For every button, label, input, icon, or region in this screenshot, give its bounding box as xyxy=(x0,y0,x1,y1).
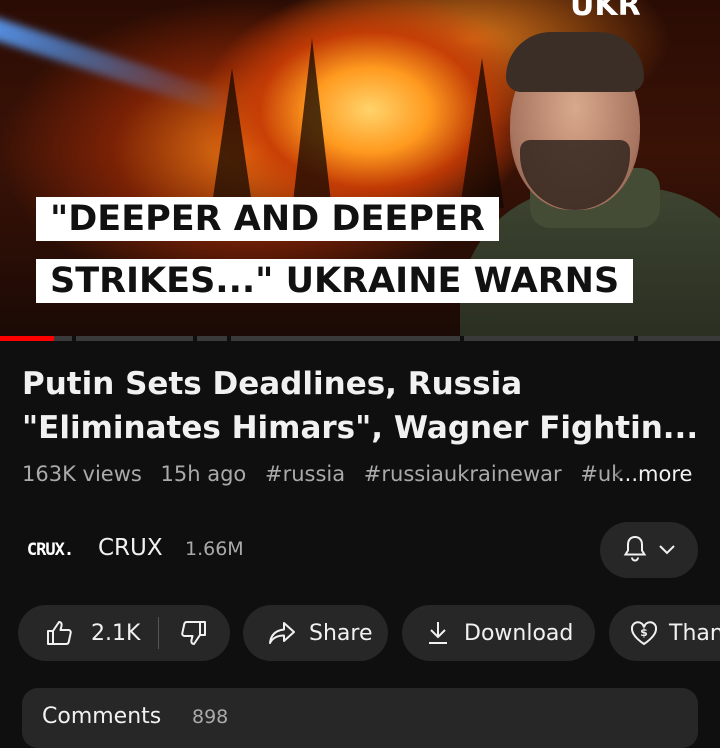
download-button[interactable]: Download xyxy=(402,605,595,661)
hashtag[interactable]: #russiaukrainewar xyxy=(364,462,562,486)
hashtag[interactable]: #russia xyxy=(265,462,345,486)
more-description-button[interactable]: ...more xyxy=(614,462,693,486)
thumbs-up-icon[interactable] xyxy=(44,618,74,648)
download-icon xyxy=(424,619,452,647)
video-metadata[interactable]: 163K views 15h ago #russia #russiaukrain… xyxy=(22,462,622,486)
tree-silhouette xyxy=(210,68,254,218)
bell-icon xyxy=(622,534,648,566)
share-label: Share xyxy=(309,620,373,646)
chevron-down-icon xyxy=(658,541,676,560)
chapter-marker xyxy=(634,336,638,341)
like-dislike-group: 2.1K xyxy=(18,605,230,661)
like-count[interactable]: 2.1K xyxy=(91,621,140,646)
share-button[interactable]: Share xyxy=(243,605,388,661)
channel-avatar[interactable]: CRUX. xyxy=(22,528,78,572)
view-count: 163K views xyxy=(22,462,142,486)
heart-dollar-icon: $ xyxy=(629,619,659,647)
subscriber-count: 1.66M xyxy=(185,538,244,560)
download-label: Download xyxy=(464,620,574,646)
chapter-marker xyxy=(460,336,464,341)
comments-panel[interactable]: Comments 898 xyxy=(22,688,698,748)
divider xyxy=(158,617,160,649)
thumbs-down-icon[interactable] xyxy=(179,618,209,648)
thanks-label: Thanks xyxy=(669,620,720,646)
channel-row[interactable]: CRUX. CRUX 1.66M xyxy=(0,520,720,580)
comments-count: 898 xyxy=(192,706,229,728)
notification-button[interactable] xyxy=(600,522,698,578)
progress-fill xyxy=(0,336,54,341)
chapter-marker xyxy=(72,336,76,341)
svg-text:$: $ xyxy=(640,626,648,639)
chapter-marker xyxy=(227,336,231,341)
thumbnail-headline-line2: STRIKES..." UKRAINE WARNS xyxy=(36,259,634,303)
thanks-button[interactable]: $ Thanks xyxy=(609,605,720,661)
thumbnail-headline-line1: "DEEPER AND DEEPER xyxy=(36,197,499,241)
progress-bar[interactable] xyxy=(0,336,720,341)
channel-name[interactable]: CRUX xyxy=(98,535,163,561)
thumbnail-corner-text: UKR xyxy=(570,0,641,23)
upload-age: 15h ago xyxy=(160,462,247,486)
chapter-marker xyxy=(193,336,197,341)
video-player[interactable]: UKR "DEEPER AND DEEPER STRIKES..." UKRAI… xyxy=(0,0,720,338)
share-icon xyxy=(267,619,297,647)
video-title[interactable]: Putin Sets Deadlines, Russia "Eliminates… xyxy=(22,362,712,450)
comments-label: Comments xyxy=(42,704,162,729)
light-beam xyxy=(0,15,238,117)
